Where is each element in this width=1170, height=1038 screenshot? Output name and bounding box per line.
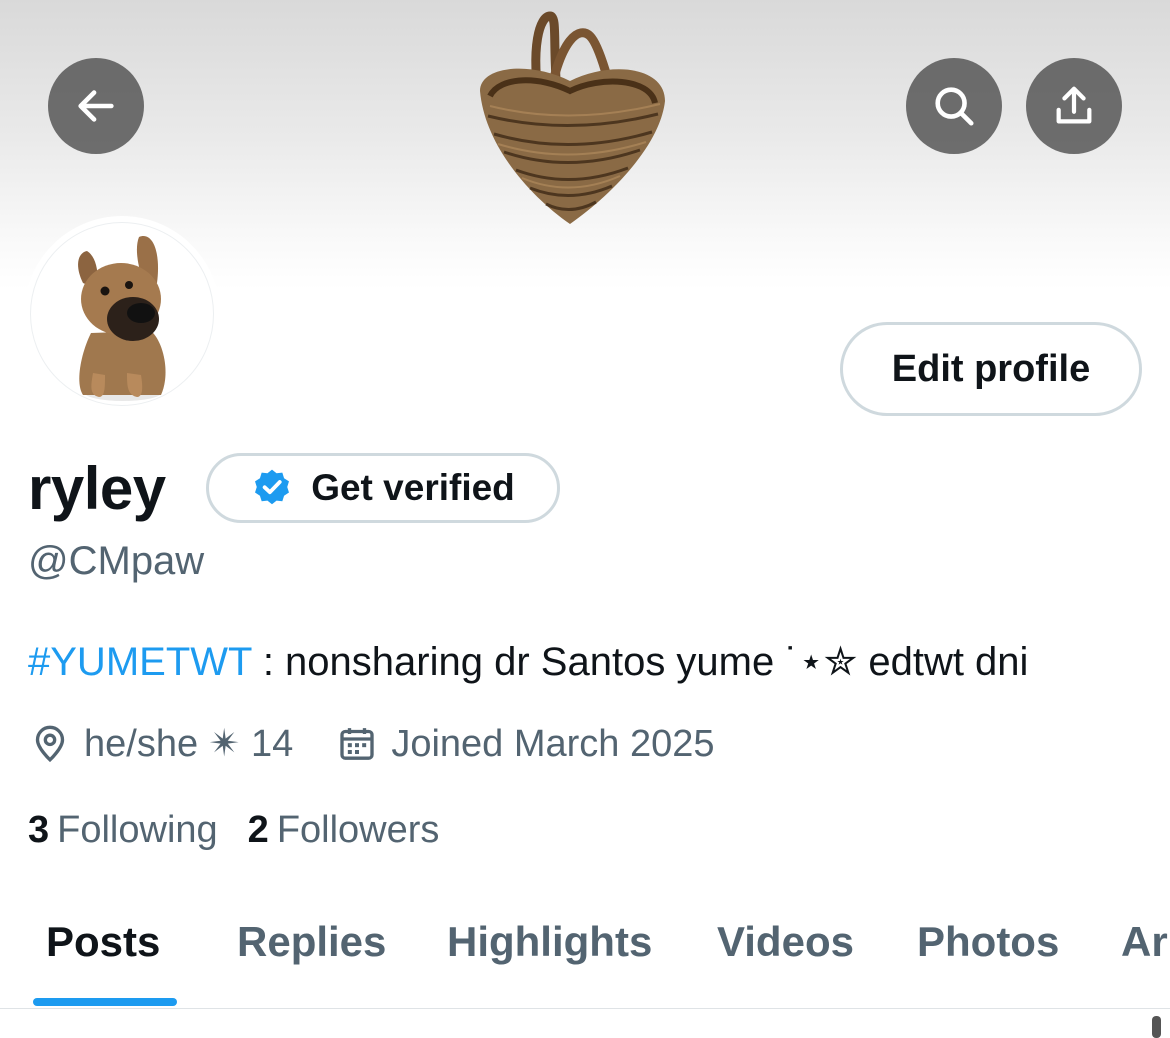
following-count: 3 xyxy=(28,809,50,851)
location-text: he/she ✴ 14 xyxy=(84,723,294,765)
calendar-icon xyxy=(340,728,374,760)
share-upload-icon xyxy=(1056,86,1092,124)
share-button[interactable] xyxy=(1026,58,1122,154)
followers-link[interactable]: 2 Followers xyxy=(248,804,440,856)
profile-bio: #YUMETWT : nonsharing dr Santos yume ˙⋆✮… xyxy=(28,634,1028,690)
tab-articles[interactable]: Ar xyxy=(1121,914,1168,970)
location-pin-icon xyxy=(35,725,65,763)
get-verified-button[interactable]: Get verified xyxy=(206,453,560,523)
profile-handle: @CMpaw xyxy=(28,539,205,583)
following-label: Following xyxy=(57,809,218,851)
followers-label: Followers xyxy=(276,809,440,851)
arrow-left-icon xyxy=(78,90,114,122)
tab-replies[interactable]: Replies xyxy=(237,914,386,970)
follow-stats: 3 Following 2 Followers xyxy=(28,804,439,856)
get-verified-label: Get verified xyxy=(311,467,515,508)
tab-photos[interactable]: Photos xyxy=(917,914,1059,970)
search-icon xyxy=(935,87,974,126)
bio-hashtag-link[interactable]: #YUMETWT xyxy=(28,640,252,684)
joined-text: Joined March 2025 xyxy=(391,723,715,765)
tab-highlights[interactable]: Highlights xyxy=(447,914,652,970)
scrollbar[interactable] xyxy=(1152,1016,1161,1038)
avatar[interactable] xyxy=(24,216,220,412)
joined-item: Joined March 2025 xyxy=(337,718,715,770)
profile-tabs: Posts Replies Highlights Videos Photos A… xyxy=(0,880,1170,1009)
avatar-image xyxy=(30,222,214,406)
bio-text: : nonsharing dr Santos yume ˙⋆✮ edtwt dn… xyxy=(251,640,1029,684)
tab-posts[interactable]: Posts xyxy=(46,914,160,970)
banner-basket-image xyxy=(480,11,665,224)
tab-videos[interactable]: Videos xyxy=(717,914,854,970)
back-button[interactable] xyxy=(48,58,144,154)
following-link[interactable]: 3 Following xyxy=(28,804,218,856)
edit-profile-button[interactable]: Edit profile xyxy=(840,322,1142,416)
followers-count: 2 xyxy=(247,809,269,851)
puppy-image xyxy=(78,236,166,401)
verified-badge-icon xyxy=(255,469,290,505)
search-button[interactable] xyxy=(906,58,1002,154)
active-tab-indicator xyxy=(33,998,177,1006)
location-item: he/she ✴ 14 xyxy=(30,718,293,770)
profile-meta: he/she ✴ 14 Joined March 2025 xyxy=(30,718,715,770)
profile-name: ryley xyxy=(28,455,166,522)
